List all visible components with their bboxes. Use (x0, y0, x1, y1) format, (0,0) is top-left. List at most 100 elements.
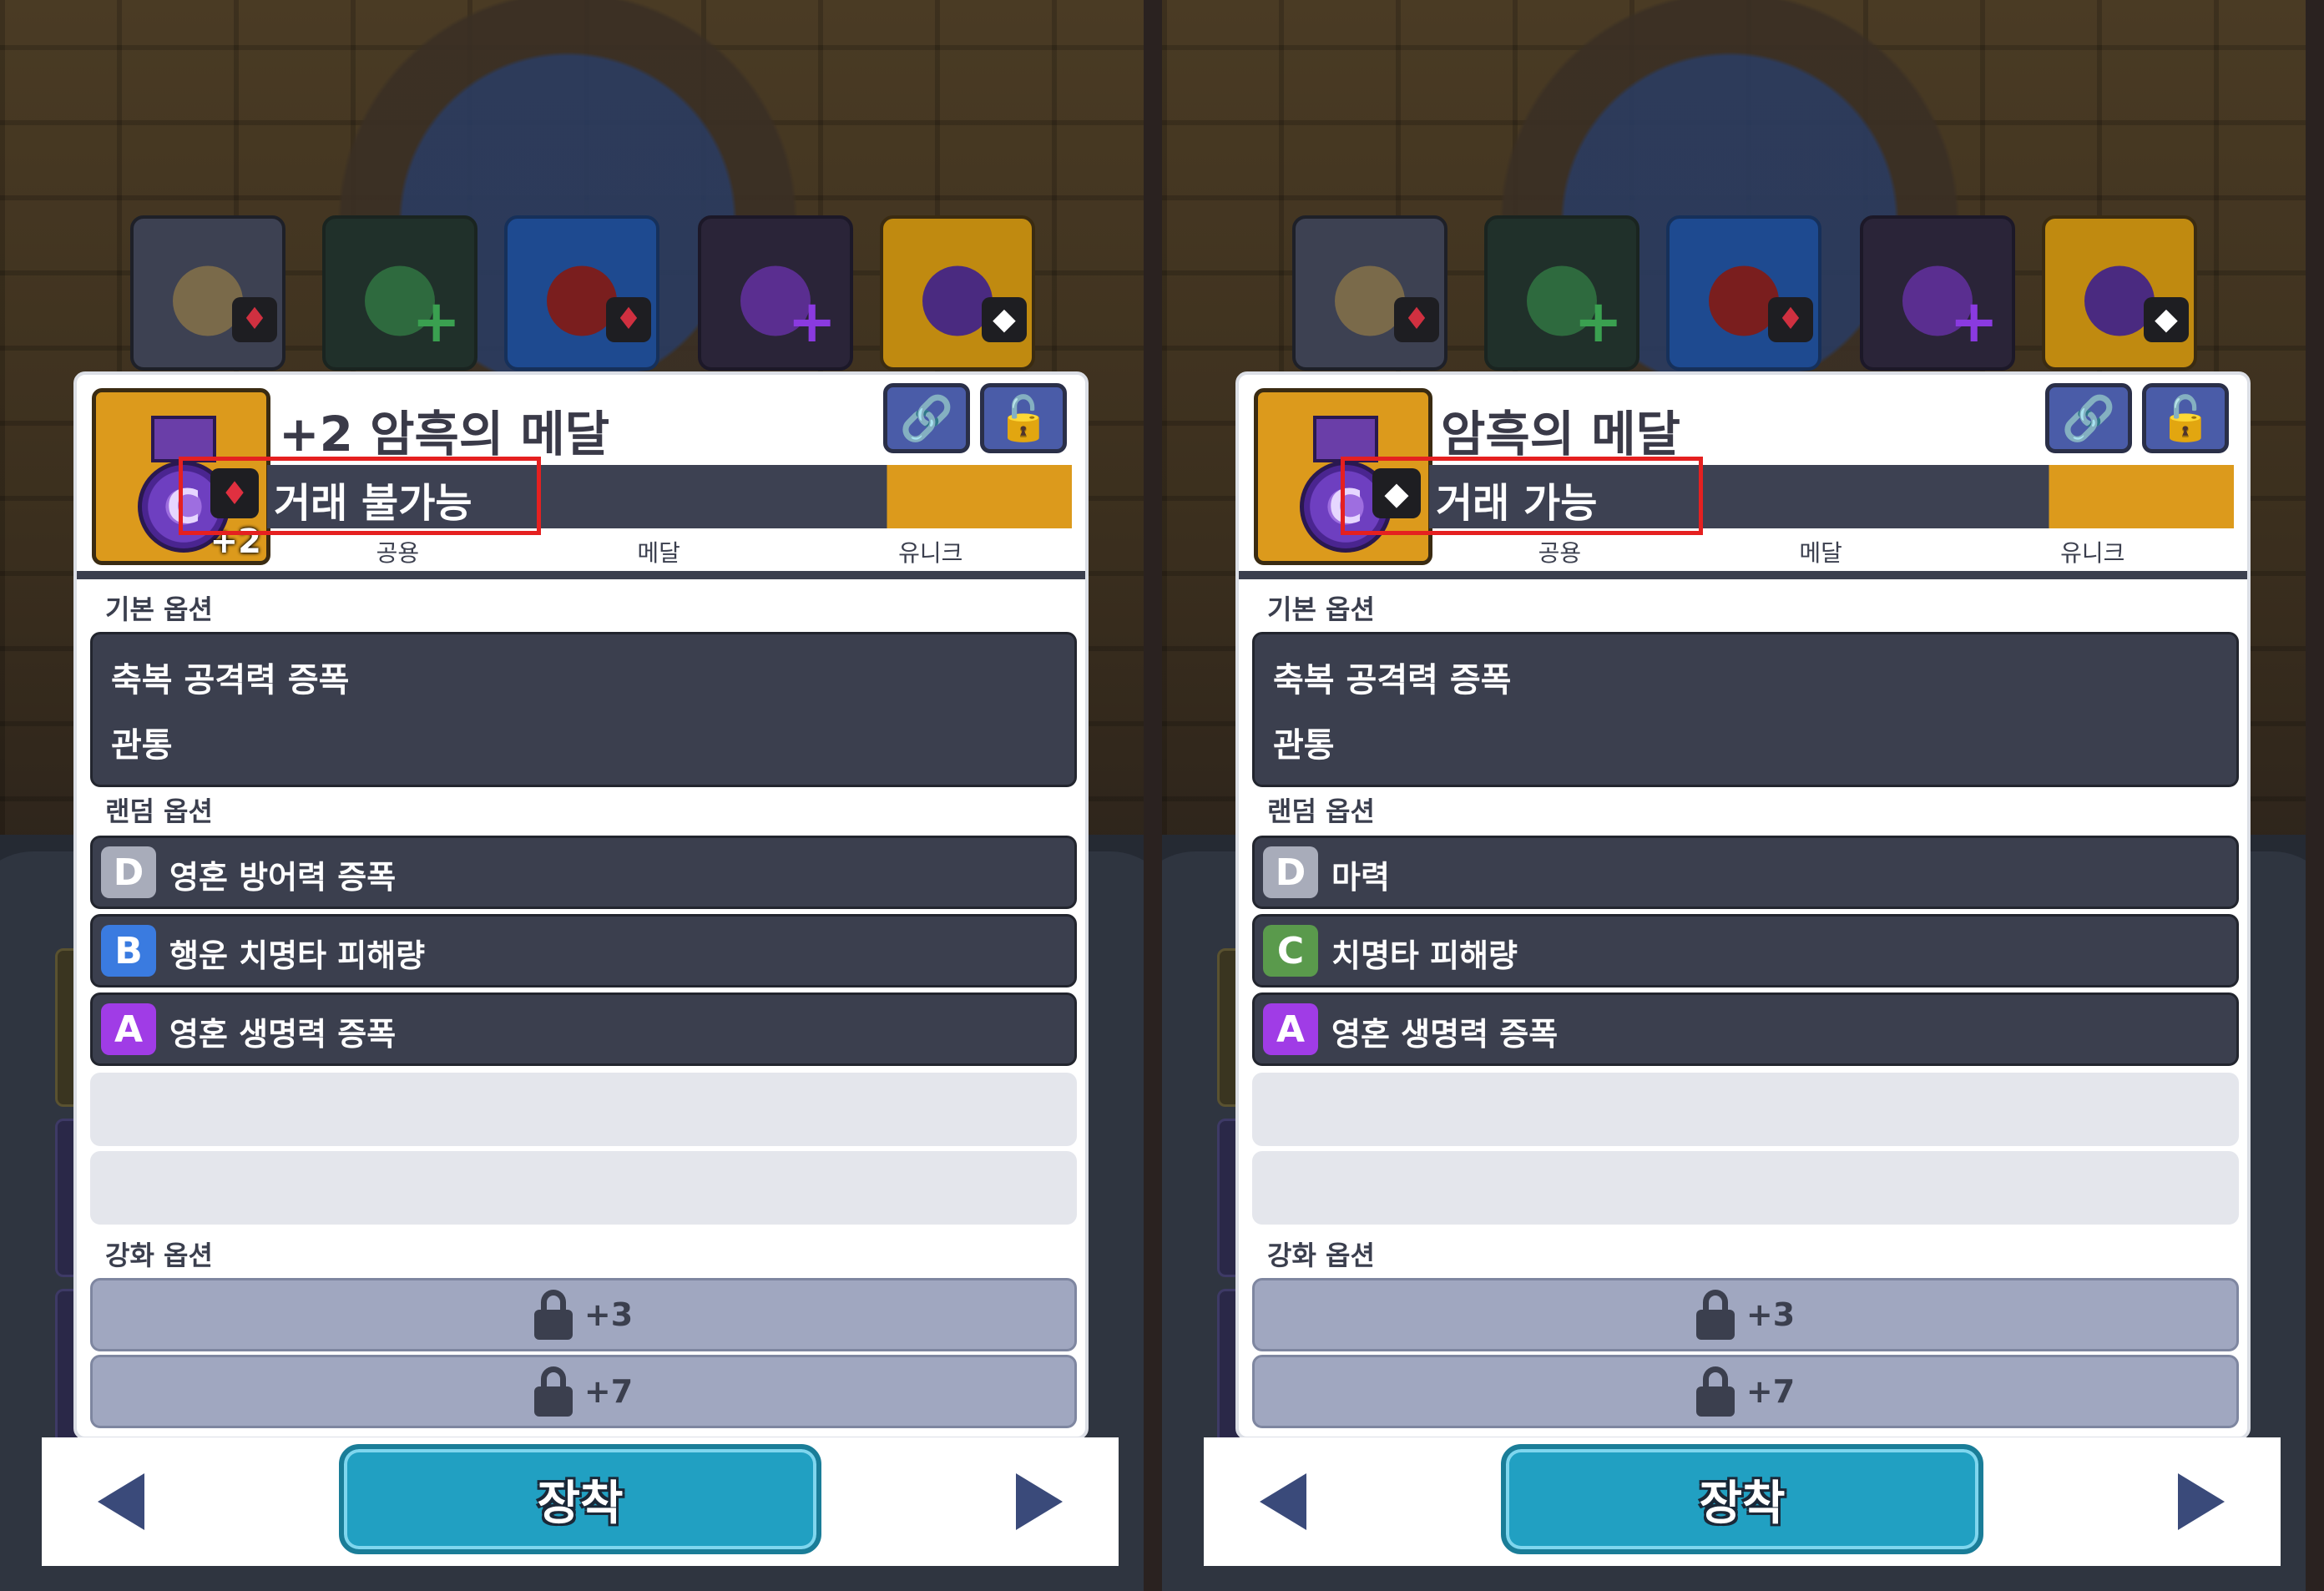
item-title: 암흑의 메달 (1441, 406, 1680, 462)
tag-category: 메달 (637, 539, 680, 567)
item-title: +2 암흑의 메달 (279, 406, 610, 462)
add-icon: + (1949, 287, 1998, 356)
random-option-text: 치명타 피해량 (1331, 937, 1518, 974)
locked-enhance-option: +7 (90, 1355, 1077, 1428)
equip-slot-empty-purple[interactable]: ● + (1860, 215, 2015, 371)
equip-button[interactable]: 장착 (339, 1444, 821, 1554)
action-bar: 장착 (42, 1437, 1119, 1566)
tag-category: 메달 (1799, 539, 1842, 567)
random-options-label: 랜덤 옵션 (1267, 796, 1375, 827)
basic-options-box: 축복 공격력 증폭 관통 (90, 632, 1077, 787)
grade-badge: D (1263, 846, 1318, 898)
equip-slot-empty-green[interactable]: ● + (1484, 215, 1639, 371)
lock-toggle-button[interactable]: 🔓 (980, 383, 1067, 453)
locked-enhance-option: +7 (1252, 1355, 2239, 1428)
ruby-gem-icon: ♦ (606, 297, 651, 342)
item-tags: 공용 메달 유니크 (1429, 535, 2234, 568)
equip-slot-medal-red[interactable]: ● ♦ (504, 215, 659, 371)
link-button[interactable]: 🔗 (2045, 383, 2132, 453)
highlight-box (1341, 457, 1703, 535)
item-header: C 암흑의 메달 🔗 🔓 ◆ 거래 가능 공용 메달 유니크 (1239, 375, 2247, 579)
random-option-row: C 치명타 피해량 (1252, 914, 2239, 987)
random-option-row: D 마력 (1252, 836, 2239, 909)
random-option-text: 영혼 생명력 증폭 (1331, 1016, 1559, 1053)
enhance-options-label: 강화 옵션 (105, 1240, 213, 1271)
diamond-gem-icon: ◆ (2144, 297, 2189, 342)
equip-slot-empty-purple[interactable]: ● + (698, 215, 853, 371)
add-icon: + (787, 287, 836, 356)
action-bar: 장착 (1204, 1437, 2281, 1566)
link-icon: 🔗 (899, 393, 954, 444)
arrow-right-icon (2178, 1473, 2225, 1530)
random-option-text: 행운 치명타 피해량 (169, 937, 426, 974)
next-item-button[interactable] (2122, 1437, 2281, 1566)
rarity-stripe (2052, 465, 2110, 528)
tag-rarity: 유니크 (898, 539, 963, 567)
medal-ribbon (151, 416, 216, 462)
tag-rarity: 유니크 (2060, 539, 2125, 567)
item-card: C +2 +2 암흑의 메달 🔗 🔓 ♦ 거래 불가능 공용 메달 유니크 기본… (73, 371, 1089, 1440)
lock-icon (533, 1366, 573, 1417)
grade-badge: A (1263, 1003, 1318, 1055)
random-option-row: A 영혼 생명력 증폭 (90, 992, 1077, 1066)
medal-ribbon (1313, 416, 1378, 462)
grade-badge: B (101, 925, 156, 977)
ruby-gem-icon: ♦ (232, 297, 277, 342)
unlock-icon: 🔓 (996, 393, 1051, 444)
empty-option-slot (90, 1151, 1077, 1225)
arrow-left-icon (1260, 1473, 1306, 1530)
lock-icon (1695, 1366, 1735, 1417)
empty-option-slot (1252, 1151, 2239, 1225)
basic-options-label: 기본 옵션 (105, 593, 213, 625)
equip-slot-medal-bronze[interactable]: ● ♦ (1292, 215, 1447, 371)
random-option-row: B 행운 치명타 피해량 (90, 914, 1077, 987)
lock-toggle-button[interactable]: 🔓 (2142, 383, 2229, 453)
enhance-level-req: +3 (1746, 1296, 1796, 1333)
add-icon: + (412, 287, 461, 356)
ruby-gem-icon: ♦ (1768, 297, 1813, 342)
item-tags: 공용 메달 유니크 (267, 535, 1072, 568)
prev-item-button[interactable] (42, 1437, 200, 1566)
arrow-left-icon (98, 1473, 144, 1530)
basic-option: 축복 공격력 증폭 (111, 661, 350, 700)
equip-button[interactable]: 장착 (1501, 1444, 1983, 1554)
tag-type: 공용 (376, 539, 420, 567)
tag-type: 공용 (1538, 539, 1582, 567)
locked-enhance-option: +3 (90, 1278, 1077, 1351)
equip-slot-medal-dark[interactable]: ● ◆ (880, 215, 1035, 371)
ruby-gem-icon: ♦ (1394, 297, 1439, 342)
item-card: C 암흑의 메달 🔗 🔓 ◆ 거래 가능 공용 메달 유니크 기본 옵션 축복 … (1235, 371, 2251, 1440)
basic-option: 관통 (111, 726, 173, 765)
enhance-options-label: 강화 옵션 (1267, 1240, 1375, 1271)
equip-slot-medal-bronze[interactable]: ● ♦ (130, 215, 285, 371)
lock-icon (533, 1290, 573, 1340)
random-options-label: 랜덤 옵션 (105, 796, 213, 827)
enhance-level-req: +3 (584, 1296, 634, 1333)
empty-option-slot (90, 1073, 1077, 1146)
highlight-box (179, 457, 541, 535)
item-detail-panel-left: ● ♦ ● + ● ♦ ● + ● ◆ C +2 +2 암흑의 메달 🔗 🔓 ♦… (0, 0, 1144, 1591)
unlock-icon: 🔓 (2158, 393, 2213, 444)
basic-option: 축복 공격력 증폭 (1273, 661, 1512, 700)
grade-badge: A (101, 1003, 156, 1055)
random-option-text: 영혼 생명력 증폭 (169, 1016, 397, 1053)
prev-item-button[interactable] (1204, 1437, 1362, 1566)
grade-badge: C (1263, 925, 1318, 977)
enhance-level-req: +7 (584, 1373, 634, 1410)
lock-icon (1695, 1290, 1735, 1340)
rarity-stripe (890, 465, 948, 528)
link-button[interactable]: 🔗 (883, 383, 970, 453)
basic-options-box: 축복 공격력 증폭 관통 (1252, 632, 2239, 787)
locked-enhance-option: +3 (1252, 1278, 2239, 1351)
arrow-right-icon (1016, 1473, 1063, 1530)
next-item-button[interactable] (960, 1437, 1119, 1566)
add-icon: + (1574, 287, 1623, 356)
enhance-level-req: +7 (1746, 1373, 1796, 1410)
item-header: C +2 +2 암흑의 메달 🔗 🔓 ♦ 거래 불가능 공용 메달 유니크 (77, 375, 1085, 579)
basic-option: 관통 (1273, 726, 1335, 765)
equip-slot-medal-dark[interactable]: ● ◆ (2042, 215, 2197, 371)
diamond-gem-icon: ◆ (982, 297, 1027, 342)
empty-option-slot (1252, 1073, 2239, 1146)
equip-slot-medal-red[interactable]: ● ♦ (1666, 215, 1821, 371)
equip-slot-empty-green[interactable]: ● + (322, 215, 477, 371)
